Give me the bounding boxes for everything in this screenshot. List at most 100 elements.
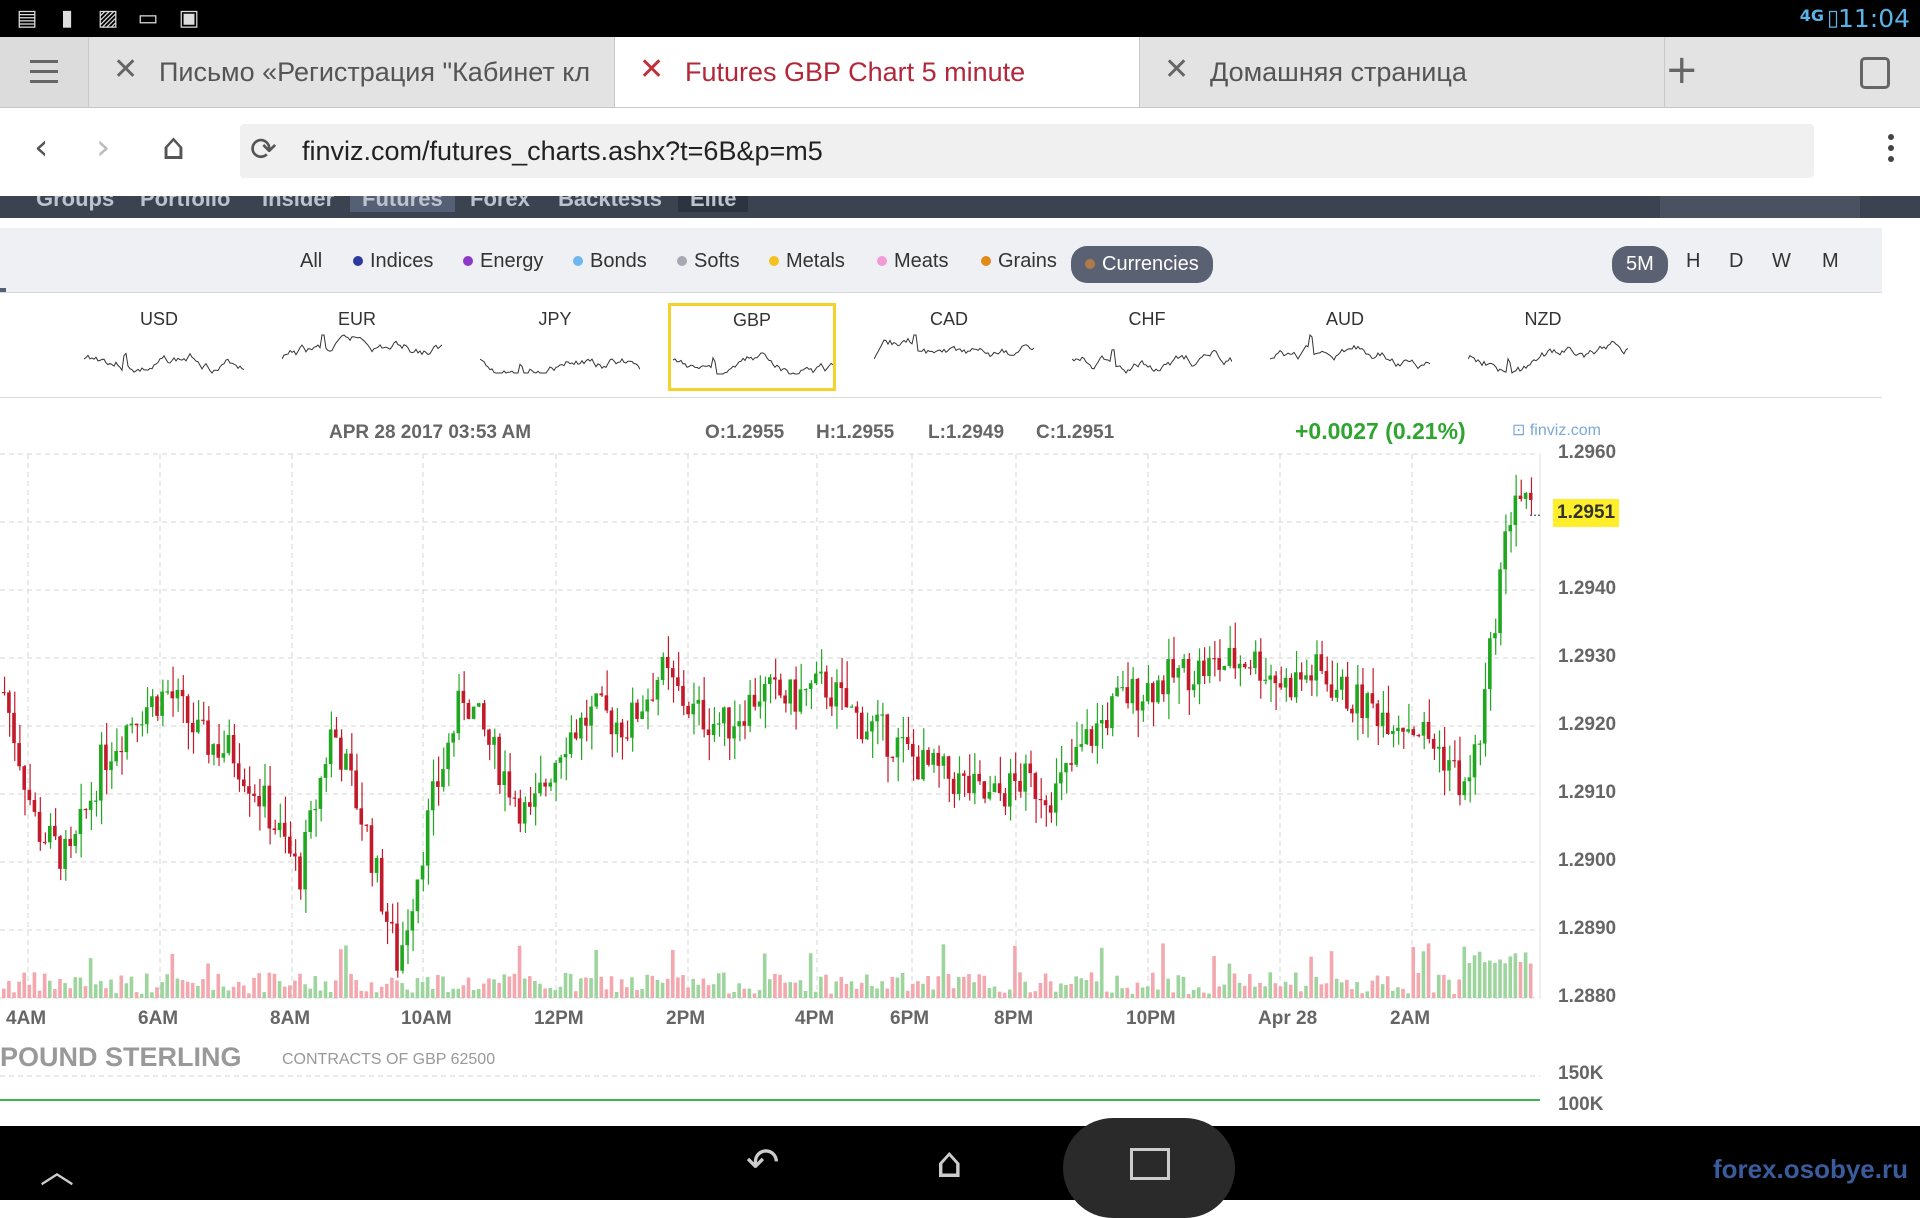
filter-energy[interactable]: Energy — [463, 250, 543, 273]
candle-body — [1089, 729, 1094, 746]
back-icon[interactable]: ‹ — [34, 130, 48, 166]
volume-bar — [1401, 988, 1405, 998]
currency-nzd[interactable]: NZD — [1448, 293, 1638, 391]
candle-body — [47, 825, 52, 843]
filter-indices[interactable]: Indices — [353, 250, 433, 273]
close-icon[interactable]: ✕ — [1164, 55, 1189, 85]
cad-sparkline — [874, 334, 1034, 360]
volume-bar — [568, 973, 573, 998]
candle-body — [706, 729, 711, 736]
candle-body — [543, 782, 547, 787]
candle-body — [762, 683, 767, 702]
nav-insider[interactable]: Insider — [262, 196, 334, 212]
volume-bar — [1018, 972, 1022, 998]
timeframe-m[interactable]: M — [1822, 250, 1839, 273]
volume-bar — [1523, 952, 1528, 998]
url-text[interactable]: finviz.com/futures_charts.ashx?t=6B&p=m5 — [302, 136, 823, 167]
tabs-overview-icon[interactable] — [1860, 57, 1890, 89]
candle-body — [1099, 720, 1104, 724]
candle-body — [1053, 783, 1058, 813]
filter-currencies[interactable]: Currencies — [1071, 246, 1213, 283]
nav-forex[interactable]: Forex — [470, 196, 530, 212]
currency-jpy[interactable]: JPY — [460, 293, 650, 391]
overflow-menu-icon[interactable] — [1888, 134, 1894, 167]
candle-body — [757, 701, 762, 707]
currency-cad[interactable]: CAD — [854, 293, 1044, 391]
tab-home[interactable]: ✕ Домашняя страница — [1140, 37, 1665, 107]
currency-usd[interactable]: USD — [64, 293, 254, 391]
volume-bar — [609, 976, 614, 998]
nav-groups[interactable]: Groups — [36, 196, 114, 212]
candle-body — [1406, 729, 1410, 732]
volume-bar — [175, 978, 180, 998]
reload-icon[interactable]: ⟳ — [250, 130, 277, 168]
volume-bar — [318, 990, 323, 998]
timeframe-w[interactable]: W — [1772, 250, 1791, 273]
volume-bar — [645, 974, 650, 998]
timeframe-h[interactable]: H — [1686, 250, 1700, 273]
nav-backtests[interactable]: Backtests — [558, 196, 662, 212]
home-icon[interactable]: ⌂ — [162, 130, 185, 166]
volume-bar — [242, 985, 246, 998]
back-nav-icon[interactable]: ↶ — [746, 1140, 780, 1186]
nav-portfolio[interactable]: Portfolio — [140, 196, 230, 212]
candle-body — [1482, 689, 1487, 744]
volume-bar — [63, 983, 67, 998]
new-tab-button[interactable]: + — [1665, 47, 1699, 93]
currency-aud[interactable]: AUD — [1250, 293, 1440, 391]
tab-futures-gbp[interactable]: ✕ Futures GBP Chart 5 minute — [615, 37, 1140, 107]
home-nav-icon[interactable]: ⌂ — [936, 1138, 963, 1187]
nav-elite[interactable]: Elite — [678, 196, 749, 212]
hide-keyboard-icon[interactable]: ︿ — [40, 1144, 74, 1193]
recents-nav-icon[interactable] — [1130, 1148, 1170, 1180]
candle-body — [783, 695, 787, 704]
timeframe-d[interactable]: D — [1729, 250, 1743, 273]
currency-eur[interactable]: EUR — [262, 293, 452, 391]
candle-body — [1329, 684, 1334, 698]
filter-bonds[interactable]: Bonds — [573, 250, 647, 273]
volume-bar — [982, 975, 987, 998]
candle-body — [788, 679, 793, 704]
filter-softs[interactable]: Softs — [677, 250, 740, 273]
volume-bar — [1319, 984, 1324, 998]
url-field[interactable]: ⟳ finviz.com/futures_charts.ashx?t=6B&p=… — [240, 124, 1814, 178]
user-menu[interactable] — [1660, 196, 1860, 218]
volume-bar — [471, 989, 476, 998]
filter-metals[interactable]: Metals — [769, 250, 845, 273]
volume-bar — [716, 973, 721, 998]
sparkline-path — [282, 334, 442, 360]
volume-bar — [359, 990, 364, 998]
volume-bar — [1181, 976, 1186, 998]
filter-meats[interactable]: Meats — [877, 250, 948, 273]
volume-bar — [1043, 973, 1048, 998]
volume-bar — [788, 982, 793, 998]
candle-body — [819, 671, 823, 674]
close-icon[interactable]: ✕ — [639, 55, 664, 85]
candle-body — [1396, 727, 1400, 732]
volume-bar — [870, 985, 874, 998]
currency-gbp[interactable]: GBP — [668, 303, 836, 391]
tab-letter[interactable]: ✕ Письмо «Регистрация "Кабинет кл — [89, 37, 615, 107]
forward-icon[interactable]: › — [96, 130, 110, 166]
candle-body — [1105, 720, 1109, 729]
filter-grains[interactable]: Grains — [981, 250, 1057, 273]
currency-chf[interactable]: CHF — [1052, 293, 1242, 391]
image-icon: ▨ — [97, 5, 119, 30]
filter-all[interactable]: All — [300, 250, 322, 273]
volume-bar — [1426, 943, 1431, 998]
menu-button[interactable] — [0, 37, 89, 107]
candle-body — [645, 699, 650, 712]
candle-body — [430, 781, 435, 811]
candle-body — [946, 756, 951, 779]
volume-bar — [834, 981, 838, 998]
candle-body — [711, 723, 716, 736]
volume-bar — [711, 984, 716, 998]
volume-bar — [1002, 992, 1007, 998]
close-icon[interactable]: ✕ — [113, 55, 138, 85]
candle-body — [298, 856, 302, 890]
candle-body — [216, 744, 221, 758]
volume-bar — [1452, 993, 1456, 998]
timeframe-5m[interactable]: 5M — [1612, 246, 1668, 283]
y-tick-label: 1.2920 — [1558, 714, 1617, 735]
nav-futures[interactable]: Futures — [350, 196, 455, 212]
